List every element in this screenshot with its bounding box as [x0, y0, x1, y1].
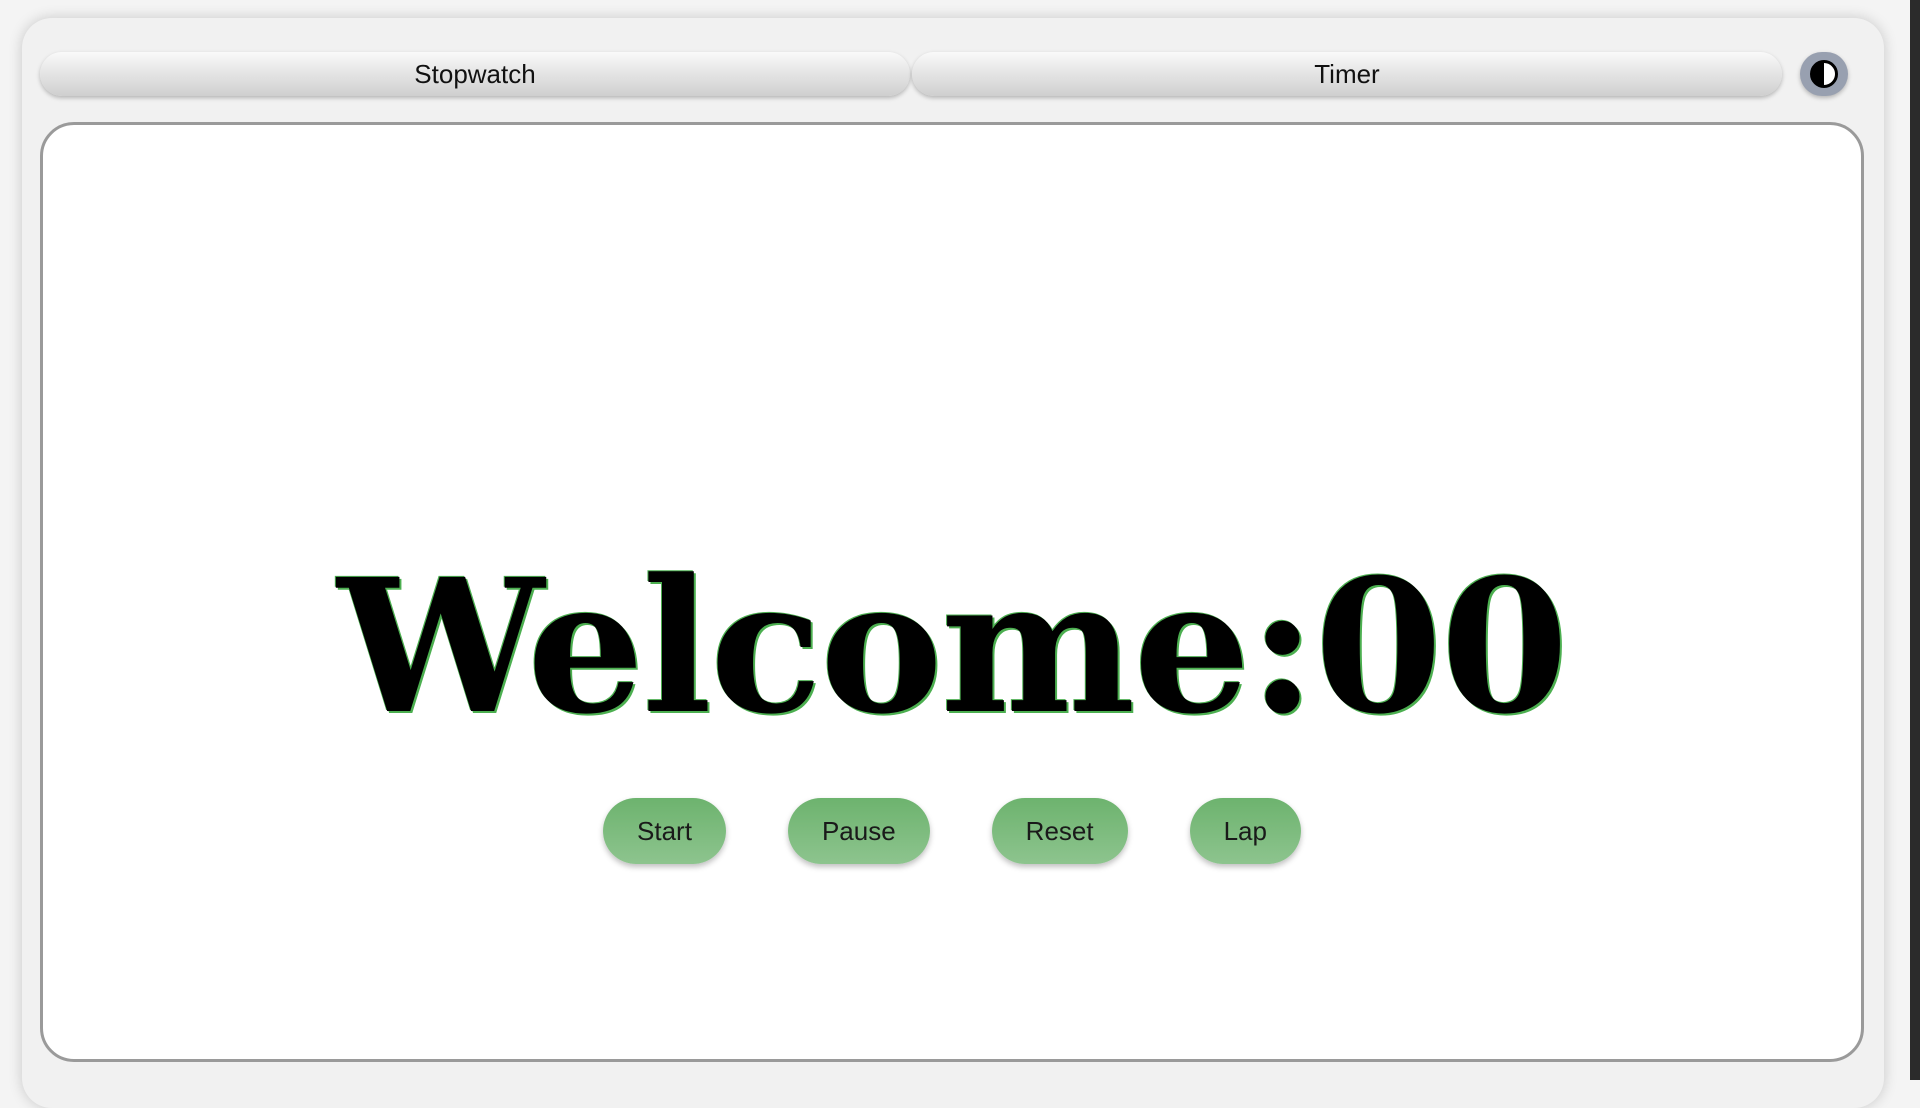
start-button[interactable]: Start [603, 798, 726, 864]
tab-timer[interactable]: Timer [912, 52, 1782, 96]
tab-stopwatch[interactable]: Stopwatch [40, 52, 910, 96]
contrast-icon [1810, 60, 1838, 88]
theme-toggle-button[interactable] [1800, 52, 1848, 96]
pause-button[interactable]: Pause [787, 798, 930, 864]
tab-stopwatch-label: Stopwatch [414, 58, 536, 89]
scrollbar[interactable] [1910, 0, 1920, 1080]
lap-button[interactable]: Lap [1189, 798, 1301, 864]
reset-button[interactable]: Reset [991, 798, 1128, 864]
time-display: Welcome:00 [337, 539, 1568, 755]
controls-row: Start Pause Reset Lap [43, 798, 1861, 864]
stopwatch-panel: Welcome:00 Start Pause Reset Lap [40, 122, 1864, 1062]
tab-timer-label: Timer [1314, 58, 1380, 89]
